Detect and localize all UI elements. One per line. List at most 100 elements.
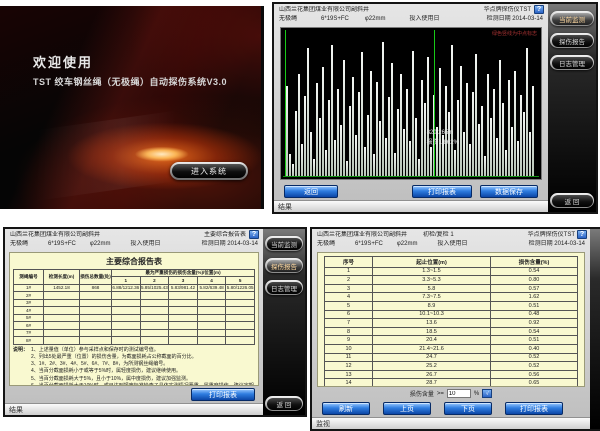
damage-table-row: 1225.20.52 (325, 362, 578, 371)
print-report-button[interactable]: 打印报表 (412, 185, 472, 198)
report-cell (80, 307, 112, 315)
col-total: 损伤总数量(处) (80, 269, 112, 284)
side-button-探伤报告[interactable]: 探伤报告 (265, 258, 303, 273)
waveform-bar (352, 77, 354, 176)
damage-cell: 26.7 (373, 370, 491, 379)
side-return-button[interactable]: 返 回 (265, 396, 303, 411)
chart-cursor-line[interactable] (434, 30, 435, 177)
damage-side-panel-sliver (590, 229, 600, 429)
cursor-position: 820.265m (427, 128, 459, 138)
col-position: 起止位置(m) (373, 256, 491, 267)
action-button-刷新[interactable]: 刷新 (322, 402, 370, 415)
report-cell (112, 292, 141, 300)
damage-cell: 0.52 (491, 353, 578, 362)
test-date: 检测日期 2014-03-14 (487, 15, 543, 24)
waveform-bar (391, 63, 393, 176)
side-button-日志管理[interactable]: 日志管理 (550, 55, 594, 70)
rope-name: 无极绳 (317, 240, 335, 249)
status-text: 监视 (316, 419, 330, 429)
monitor-side-panel: 当前监测探伤报告日志管理 返 回 (548, 4, 596, 212)
waveform-bar (376, 82, 378, 177)
report-cell: 4# (14, 307, 44, 315)
side-button-当前监测[interactable]: 当前监测 (265, 236, 303, 251)
report-cell (169, 307, 198, 315)
report-cell: 2# (14, 292, 44, 300)
damage-cell: 1 (325, 267, 373, 276)
waveform-bar (469, 144, 471, 176)
report-cell (226, 337, 255, 345)
rope-diameter: φ22mm (397, 240, 418, 249)
waveform-bar (406, 89, 408, 176)
waveform-bar (394, 153, 396, 176)
save-data-button[interactable]: 数据保存 (480, 185, 538, 198)
waveform-bar (532, 86, 534, 176)
filter-apply-button[interactable]: √ (482, 389, 492, 398)
report-cell (80, 322, 112, 330)
report-cell (169, 337, 198, 345)
damage-table-row: 818.50.54 (325, 327, 578, 336)
waveform-bar (307, 48, 309, 176)
damage-table-row: 58.90.51 (325, 301, 578, 310)
waveform-bar (385, 138, 387, 176)
waveform-bar (340, 125, 342, 176)
waveform-bar (460, 66, 462, 177)
filter-value-input[interactable] (447, 389, 471, 398)
damage-table-row: 47.3~7.51.62 (325, 293, 578, 302)
report-cell (140, 307, 169, 315)
waveform-bar (325, 150, 327, 176)
side-button-label: 当前监测 (267, 238, 302, 250)
side-return-label: 返 回 (267, 398, 302, 410)
damage-cell: 10 (325, 344, 373, 353)
action-button-下页[interactable]: 下页 (444, 402, 492, 415)
side-button-label: 日志管理 (552, 57, 593, 69)
report-cell (80, 292, 112, 300)
waveform-bar (301, 144, 303, 176)
waveform-bar (463, 132, 465, 176)
waveform-bar (478, 124, 480, 176)
cursor-readout: 820.265m 损伤1.862% (427, 128, 459, 148)
side-button-探伤报告[interactable]: 探伤报告 (550, 33, 594, 48)
enter-system-button[interactable]: 进入系统 (170, 162, 248, 180)
waveform-bar (298, 74, 300, 176)
damage-cell: 0.92 (491, 319, 578, 328)
damage-cell: 13 (325, 370, 373, 379)
report-table-row: 8# (14, 337, 255, 345)
side-button-当前监测[interactable]: 当前监测 (550, 11, 594, 26)
note-line: 4、当百分截面损耗小于或等于5%时，属轻度损伤，建议继续使用。 (31, 368, 255, 375)
rope-spec: 6*19S+FC (321, 15, 349, 24)
waveform-bar (373, 154, 375, 176)
waveform-bar (490, 118, 492, 176)
report-cell (44, 322, 80, 330)
action-button-打印报表[interactable]: 打印报表 (505, 402, 563, 415)
damage-cell: 0.80 (491, 276, 578, 285)
report-statusbar: 结果 (5, 403, 263, 415)
monitor-header: 山西兰花集团煤业有限公司副斜井 华点牌探伤仪TST 无极绳 6*19S+FC φ… (274, 4, 548, 26)
help-icon[interactable]: ? (249, 230, 259, 239)
waveform-bar (316, 83, 318, 176)
damage-list-window: ? 山西兰花集团煤业有限公司副斜井 初检/复检 1 华点牌探伤仪TST 无极绳 … (310, 227, 600, 431)
print-report-button[interactable]: 打印报表 (191, 388, 255, 401)
back-button[interactable]: 返回 (284, 185, 338, 198)
waveform-bar (412, 51, 414, 176)
help-icon[interactable]: ? (534, 5, 544, 14)
action-button-上页[interactable]: 上页 (383, 402, 431, 415)
col-rope-no: 测绳编号 (14, 269, 44, 284)
waveform-bar (289, 154, 291, 176)
report-cell (112, 329, 141, 337)
waveform-bar (529, 132, 531, 176)
company-name: 山西兰花集团煤业有限公司副斜井 (10, 231, 100, 240)
chart-left-line (285, 30, 286, 177)
side-button-日志管理[interactable]: 日志管理 (265, 280, 303, 295)
waveform-bar (388, 97, 390, 176)
help-icon[interactable]: ? (577, 230, 587, 239)
report-table-row: 3# (14, 299, 255, 307)
side-return-button[interactable]: 返 回 (550, 193, 594, 208)
waveform-bar (400, 74, 402, 176)
waveform-chart[interactable]: 绿色竖线为中点标志 820.265m 损伤1.862% (280, 27, 542, 180)
rope-name: 无极绳 (10, 240, 28, 249)
damage-statusbar: 监视 (312, 417, 590, 429)
damage-content: 序号 起止位置(m) 损伤含量(%) 11.3~1.50.5423.3~5.30… (317, 252, 585, 387)
report-cell (197, 329, 226, 337)
waveform-bar (520, 95, 522, 176)
waveform-bar (526, 48, 528, 176)
